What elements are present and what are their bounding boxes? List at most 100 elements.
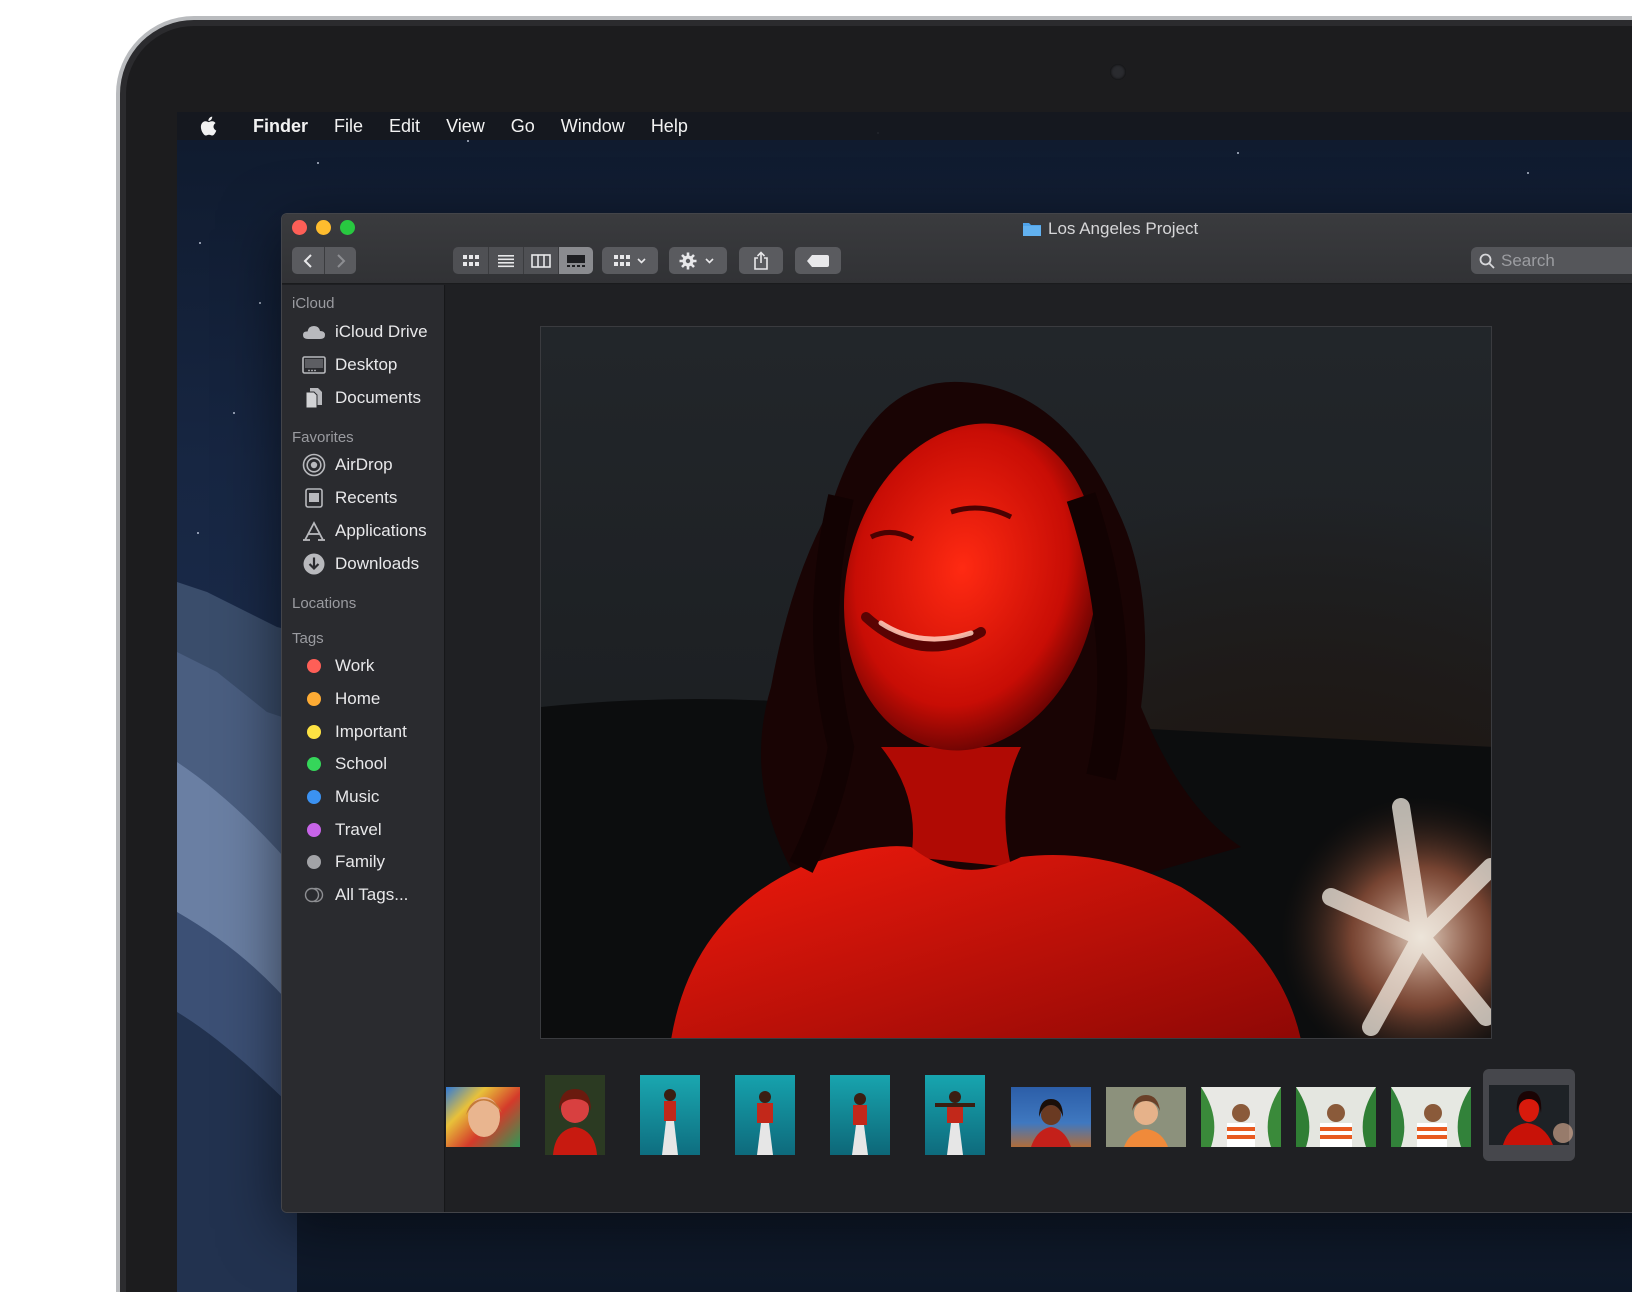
- list-view-button[interactable]: [488, 247, 523, 274]
- tag-color-dot: [307, 692, 321, 706]
- menu-app-finder[interactable]: Finder: [253, 116, 308, 137]
- sidebar-tag-school[interactable]: School: [302, 751, 387, 777]
- portrait-photo-image: [541, 381, 1491, 1038]
- thumbnail-item[interactable]: [545, 1075, 605, 1155]
- group-grid-chevron-icon: [614, 254, 646, 266]
- gear-chevron-icon: [679, 252, 714, 269]
- thumbnail-item[interactable]: [1201, 1087, 1281, 1147]
- menu-file[interactable]: File: [334, 116, 363, 137]
- thumbnail-item[interactable]: [925, 1075, 985, 1155]
- group-by-button[interactable]: [602, 247, 658, 274]
- thumbnail-photo-image: [553, 1089, 597, 1155]
- thumbnail-item[interactable]: [640, 1075, 700, 1155]
- tag-color-dot: [307, 757, 321, 771]
- thumbnail-photo-image: [1031, 1099, 1071, 1147]
- tag-color-dot: [307, 725, 321, 739]
- sidebar-item-recents[interactable]: Recents: [302, 485, 397, 511]
- sidebar-heading-favorites: Favorites: [292, 429, 354, 446]
- applications-icon: [303, 521, 325, 541]
- tag-button[interactable]: [795, 247, 841, 274]
- tag-color-dot: [307, 823, 321, 837]
- icon-view-button[interactable]: [453, 247, 488, 274]
- documents-icon: [305, 388, 322, 409]
- sidebar-item-label: iCloud Drive: [335, 322, 428, 341]
- photo-preview[interactable]: [540, 326, 1492, 1039]
- share-icon: [754, 250, 768, 270]
- desert-dunes-wallpaper: [177, 582, 297, 1292]
- sidebar-item-label: Family: [335, 852, 386, 871]
- sidebar-tag-home[interactable]: Home: [302, 686, 380, 712]
- menu-edit[interactable]: Edit: [389, 116, 420, 137]
- desktop-icon: [302, 356, 326, 374]
- forward-button[interactable]: [324, 247, 356, 274]
- gallery-main: [446, 285, 1632, 1212]
- sidebar-heading-tags: Tags: [292, 630, 324, 647]
- sidebar-tag-all-tags[interactable]: All Tags...: [302, 882, 408, 908]
- sidebar-item-label: All Tags...: [335, 885, 409, 904]
- sidebar-item-airdrop[interactable]: AirDrop: [302, 452, 393, 478]
- cloud-icon: [303, 326, 325, 339]
- sidebar-item-label: Recents: [335, 488, 398, 507]
- thumbnail-photo-image: [1201, 1087, 1281, 1147]
- sidebar-tag-music[interactable]: Music: [302, 784, 379, 810]
- columns-icon: [531, 253, 551, 268]
- thumbnail-item[interactable]: [1391, 1087, 1471, 1147]
- thumbnail-photo-image: [852, 1093, 868, 1155]
- menu-go[interactable]: Go: [511, 116, 535, 137]
- action-menu-button[interactable]: [669, 247, 727, 274]
- thumbnail-item[interactable]: [1296, 1087, 1376, 1147]
- window-title: Los Angeles Project: [1022, 218, 1198, 240]
- sidebar-item-icloud-drive[interactable]: iCloud Drive: [302, 319, 428, 345]
- chevron-left-icon: [303, 253, 312, 268]
- menu-bar: Finder File Edit View Go Window Help: [177, 112, 1632, 140]
- thumbnail-photo-image: [1106, 1087, 1186, 1147]
- sidebar-item-downloads[interactable]: Downloads: [302, 551, 419, 577]
- finder-window: Los Angeles Project Search iCloud iCloud…: [281, 213, 1632, 1213]
- thumbnail-item[interactable]: [735, 1075, 795, 1155]
- chevron-right-icon: [336, 253, 345, 268]
- thumbnail-item[interactable]: [1106, 1087, 1186, 1147]
- gallery-icon: [567, 254, 585, 267]
- thumbnail-photo-image: [466, 1097, 502, 1137]
- all-tags-icon: [304, 887, 324, 903]
- gallery-view-button[interactable]: [558, 247, 593, 274]
- thumbnail-item[interactable]: [446, 1087, 520, 1147]
- sidebar-tag-important[interactable]: Important: [302, 719, 407, 745]
- thumbnail-item[interactable]: [830, 1075, 890, 1155]
- sidebar-heading-locations: Locations: [292, 595, 357, 612]
- sidebar-item-desktop[interactable]: Desktop: [302, 352, 397, 378]
- sidebar-tag-family[interactable]: Family: [302, 849, 385, 875]
- thumbnail-item[interactable]: [1011, 1087, 1091, 1147]
- search-icon: [1479, 253, 1495, 269]
- sidebar-tag-work[interactable]: Work: [302, 653, 374, 679]
- sidebar-item-label: Important: [335, 722, 407, 741]
- column-view-button[interactable]: [523, 247, 558, 274]
- window-title-text: Los Angeles Project: [1048, 219, 1199, 238]
- camera-icon: [1110, 64, 1126, 80]
- sidebar-tag-travel[interactable]: Travel: [302, 817, 382, 843]
- sidebar-item-label: Downloads: [335, 554, 420, 573]
- tag-color-dot: [307, 659, 321, 673]
- airdrop-icon: [302, 453, 326, 477]
- zoom-button[interactable]: [340, 220, 355, 235]
- search-field[interactable]: Search: [1471, 247, 1632, 274]
- menu-help[interactable]: Help: [651, 116, 688, 137]
- thumbnail-item-selected[interactable]: [1483, 1069, 1575, 1161]
- share-button[interactable]: [739, 247, 783, 274]
- sidebar-item-label: Work: [335, 656, 375, 675]
- menu-window[interactable]: Window: [561, 116, 625, 137]
- thumbnail-photo-image: [935, 1091, 975, 1155]
- apple-logo-icon[interactable]: [199, 115, 219, 137]
- minimize-button[interactable]: [316, 220, 331, 235]
- sidebar-item-label: Applications: [335, 521, 427, 540]
- menu-view[interactable]: View: [446, 116, 485, 137]
- grid-icon: [462, 254, 479, 266]
- close-button[interactable]: [292, 220, 307, 235]
- tag-icon: [807, 254, 829, 267]
- sidebar-item-applications[interactable]: Applications: [302, 518, 427, 544]
- thumbnail-photo-image: [662, 1089, 678, 1155]
- sidebar-item-label: AirDrop: [335, 455, 393, 474]
- back-button[interactable]: [292, 247, 324, 274]
- sidebar-item-documents[interactable]: Documents: [302, 385, 421, 411]
- folder-icon: [1023, 223, 1041, 236]
